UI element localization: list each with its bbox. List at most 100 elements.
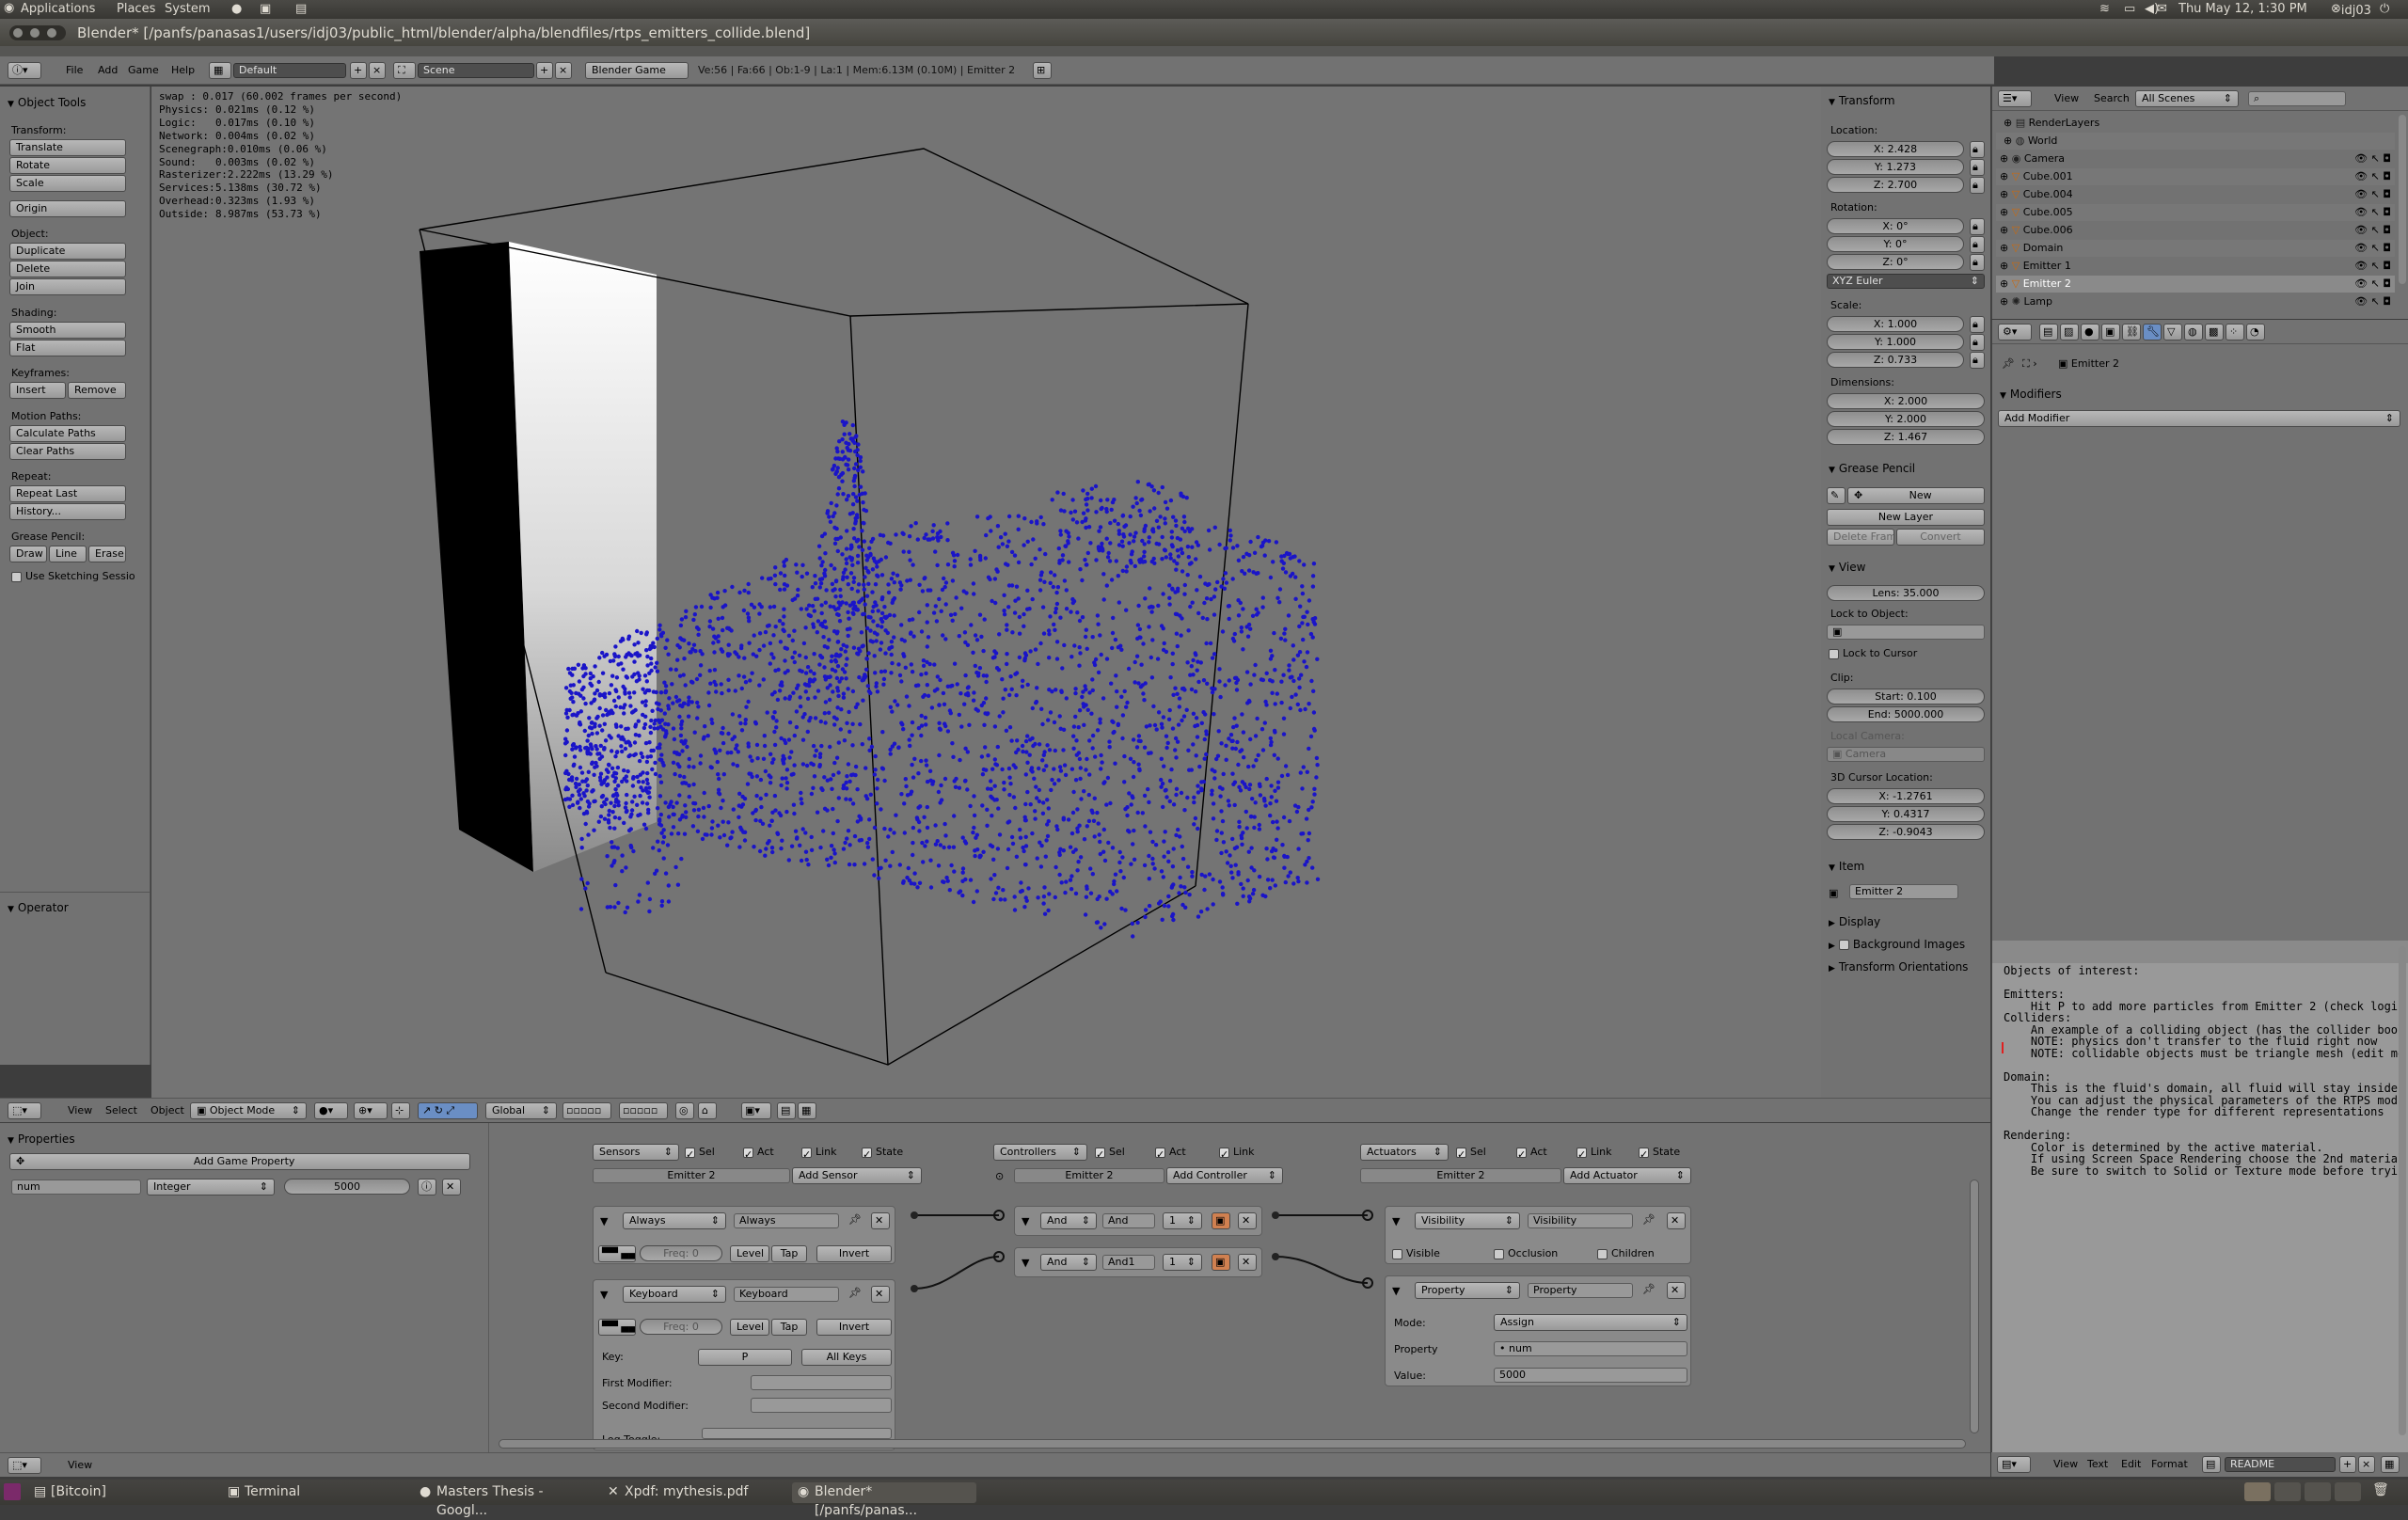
sensor-type-select[interactable]: Always ⇕ [623, 1212, 726, 1229]
first-modifier-field[interactable] [751, 1375, 892, 1390]
constraints-context-icon[interactable]: ⛓ [2122, 324, 2141, 340]
operator-panel-header[interactable]: ▼ Operator [8, 901, 69, 914]
property-type-select[interactable]: Integer ⇕ [147, 1179, 275, 1195]
modifiers-context-icon[interactable]: 🔧︎ [2143, 324, 2162, 340]
editor-type-text-icon[interactable]: ▤▾ [1997, 1456, 2031, 1473]
frequency-field[interactable]: Freq: 0 [640, 1245, 722, 1261]
visibility-toggles-icon[interactable]: 👁︎ ↖ ◘ [2354, 258, 2391, 275]
actuators-state-checkbox[interactable]: ✓ State [1639, 1146, 1680, 1161]
expand-icon[interactable]: ⊕ [2000, 224, 2012, 236]
controller2-name-field[interactable]: And1 [1102, 1255, 1155, 1270]
clock[interactable]: Thu May 12, 1:30 PM [2178, 2, 2307, 16]
line-numbers-icon[interactable]: ▦ [2381, 1456, 2400, 1473]
editor-type-3dview-icon[interactable]: ⬚▾ [8, 1102, 41, 1119]
visibility-toggles-icon[interactable]: 👁︎ ↖ ◘ [2354, 186, 2391, 203]
translate-button[interactable]: Translate [9, 139, 126, 156]
text-editor[interactable]: Objects of interest: Emitters: Hit P to … [1991, 941, 2408, 1453]
transform-orientation-select[interactable]: Global ⇕ [485, 1102, 557, 1119]
show-desktop-icon[interactable] [4, 1483, 21, 1500]
expand-icon[interactable]: ⊕ [2000, 277, 2012, 290]
workspace-1-icon[interactable] [2244, 1482, 2271, 1501]
actuator-pin-icon[interactable]: 📌︎ [1642, 1213, 1656, 1226]
dimension-x-field[interactable]: X: 2.000 [1827, 393, 1985, 409]
sensor2-type-select[interactable]: Keyboard ⇕ [623, 1286, 726, 1303]
outliner-menu-view[interactable]: View [2054, 92, 2079, 104]
item-name-field[interactable]: Emitter 2 [1849, 884, 1958, 899]
level2-button[interactable]: Level [730, 1319, 769, 1336]
clip-end-field[interactable]: End: 5000.000 [1827, 706, 1985, 722]
scene-icon[interactable]: ⛶ [393, 62, 416, 79]
remove-scene-icon[interactable]: × [555, 62, 572, 79]
taskbar-window-button[interactable]: ◉ Blender* [/panfs/panas... [792, 1482, 976, 1518]
lock-scale-y-icon[interactable]: 🔒︎ [1970, 334, 1985, 351]
calculate-paths-button[interactable]: Calculate Paths [9, 425, 126, 442]
outliner-item[interactable]: ⊕ ▽ Domain 👁︎ ↖ ◘ [1996, 240, 2395, 257]
render-context-icon[interactable]: ▤ [2039, 324, 2058, 340]
mail-envelope-icon[interactable]: ✉ [2157, 2, 2167, 16]
scale-button[interactable]: Scale [9, 175, 126, 192]
material-context-icon[interactable]: ◍ [2184, 324, 2203, 340]
session-power-icon[interactable]: ⏻ [2380, 2, 2389, 16]
text-menu-text[interactable]: Text [2087, 1458, 2108, 1470]
sketching-session-checkbox[interactable]: Use Sketching Sessio [11, 570, 135, 582]
text-menu-format[interactable]: Format [2151, 1458, 2188, 1470]
collapse-actuator2-icon[interactable]: ▼ [1392, 1285, 1400, 1297]
logic-vertical-scrollbar[interactable] [1970, 1180, 1979, 1433]
invert2-button[interactable]: Invert [816, 1319, 892, 1336]
controller-name-field[interactable]: And [1102, 1213, 1155, 1228]
trash-icon[interactable]: 🗑︎ [2372, 1482, 2395, 1501]
lock-rotation-z-icon[interactable]: 🔒︎ [1970, 254, 1985, 271]
tap-button[interactable]: Tap [771, 1245, 807, 1262]
sensors-link-checkbox[interactable]: ✓ Link [801, 1146, 837, 1161]
text-menu-edit[interactable]: Edit [2121, 1458, 2141, 1470]
logic-horizontal-scrollbar[interactable] [499, 1439, 1966, 1449]
item-panel-header[interactable]: ▼ Item [1829, 860, 1864, 873]
remove-property-icon[interactable]: ✕ [442, 1179, 461, 1195]
visibility-toggles-icon[interactable]: 👁︎ ↖ ◘ [2354, 168, 2391, 185]
pin2-icon[interactable]: 📌︎ [848, 1287, 862, 1299]
outliner-scrollbar[interactable] [2399, 115, 2406, 284]
property-value-input[interactable]: 5000 [1494, 1368, 1687, 1383]
rotation-y-field[interactable]: Y: 0° [1827, 236, 1964, 252]
outliner-item[interactable]: ⊕ ▽ Cube.004 👁︎ ↖ ◘ [1996, 186, 2395, 203]
sensors-state-checkbox[interactable]: ✓ State [862, 1146, 903, 1161]
frequency2-field[interactable]: Freq: 0 [640, 1319, 722, 1335]
add-sensor-select[interactable]: Add Sensor ⇕ [792, 1167, 922, 1184]
manipulator-modes-icon[interactable]: ↗ ↻ ⤢ [418, 1102, 478, 1119]
actuator2-name-field[interactable]: Property [1528, 1283, 1633, 1298]
lock-location-z-icon[interactable]: 🔒︎ [1970, 177, 1985, 194]
viewport-shading-icon[interactable]: ●▾ [314, 1102, 348, 1119]
remove-sensor2-icon[interactable]: ✕ [871, 1286, 890, 1303]
taskbar-window-button[interactable]: ▣ Terminal [222, 1482, 406, 1503]
manipulator-toggle-icon[interactable]: ⊹ [391, 1102, 410, 1119]
lock-to-object-field[interactable]: ▣ [1827, 625, 1985, 640]
sensors-filter-select[interactable]: Sensors ⇕ [593, 1144, 679, 1161]
controller-priority-icon[interactable]: ▣ [1212, 1212, 1230, 1229]
remove-keyframe-button[interactable]: Remove [68, 382, 126, 399]
properties-panel-header[interactable]: ▼ Properties [8, 1132, 75, 1146]
snap-toggle-icon[interactable]: ⌂ [698, 1102, 717, 1119]
insert-keyframe-button[interactable]: Insert [9, 382, 66, 399]
pulse-toggles-icon[interactable]: ▀▀ ▄▄ [598, 1245, 636, 1262]
controllers-link-checkbox[interactable]: ✓ Link [1219, 1146, 1255, 1161]
maximize-window-icon[interactable] [47, 28, 56, 38]
power-icon[interactable]: ▭ [2124, 2, 2135, 16]
cursor-x-field[interactable]: X: -1.2761 [1827, 788, 1985, 804]
expand-icon[interactable]: ⊕ [2000, 188, 2012, 200]
visibility-toggles-icon[interactable]: 👁︎ ↖ ◘ [2354, 150, 2391, 167]
layers-row-1-icon[interactable]: ▫▫▫▫▫ [562, 1102, 611, 1119]
controller2-state-select[interactable]: 1 ⇕ [1163, 1254, 1202, 1271]
scale-z-field[interactable]: Z: 0.733 [1827, 352, 1964, 368]
location-z-field[interactable]: Z: 2.700 [1827, 177, 1964, 193]
transform-panel-header[interactable]: ▼ Transform [1829, 94, 1895, 107]
visibility-toggles-icon[interactable]: 👁︎ ↖ ◘ [2354, 276, 2391, 293]
expand-icon[interactable]: ⊕ [2000, 260, 2012, 272]
pivot-point-icon[interactable]: ⊕▾ [354, 1102, 388, 1119]
scene-context-icon[interactable]: ▨ [2060, 324, 2079, 340]
expand-icon[interactable]: ⊕ [2000, 295, 2012, 308]
occlusion-checkbox[interactable]: Occlusion [1494, 1247, 1558, 1259]
opengl-anim-icon[interactable]: ▦ [798, 1102, 816, 1119]
actuators-act-checkbox[interactable]: ✓ Act [1516, 1146, 1547, 1161]
object-breadcrumb[interactable]: ▣ Emitter 2 [2058, 357, 2119, 370]
dimension-z-field[interactable]: Z: 1.467 [1827, 429, 1985, 445]
